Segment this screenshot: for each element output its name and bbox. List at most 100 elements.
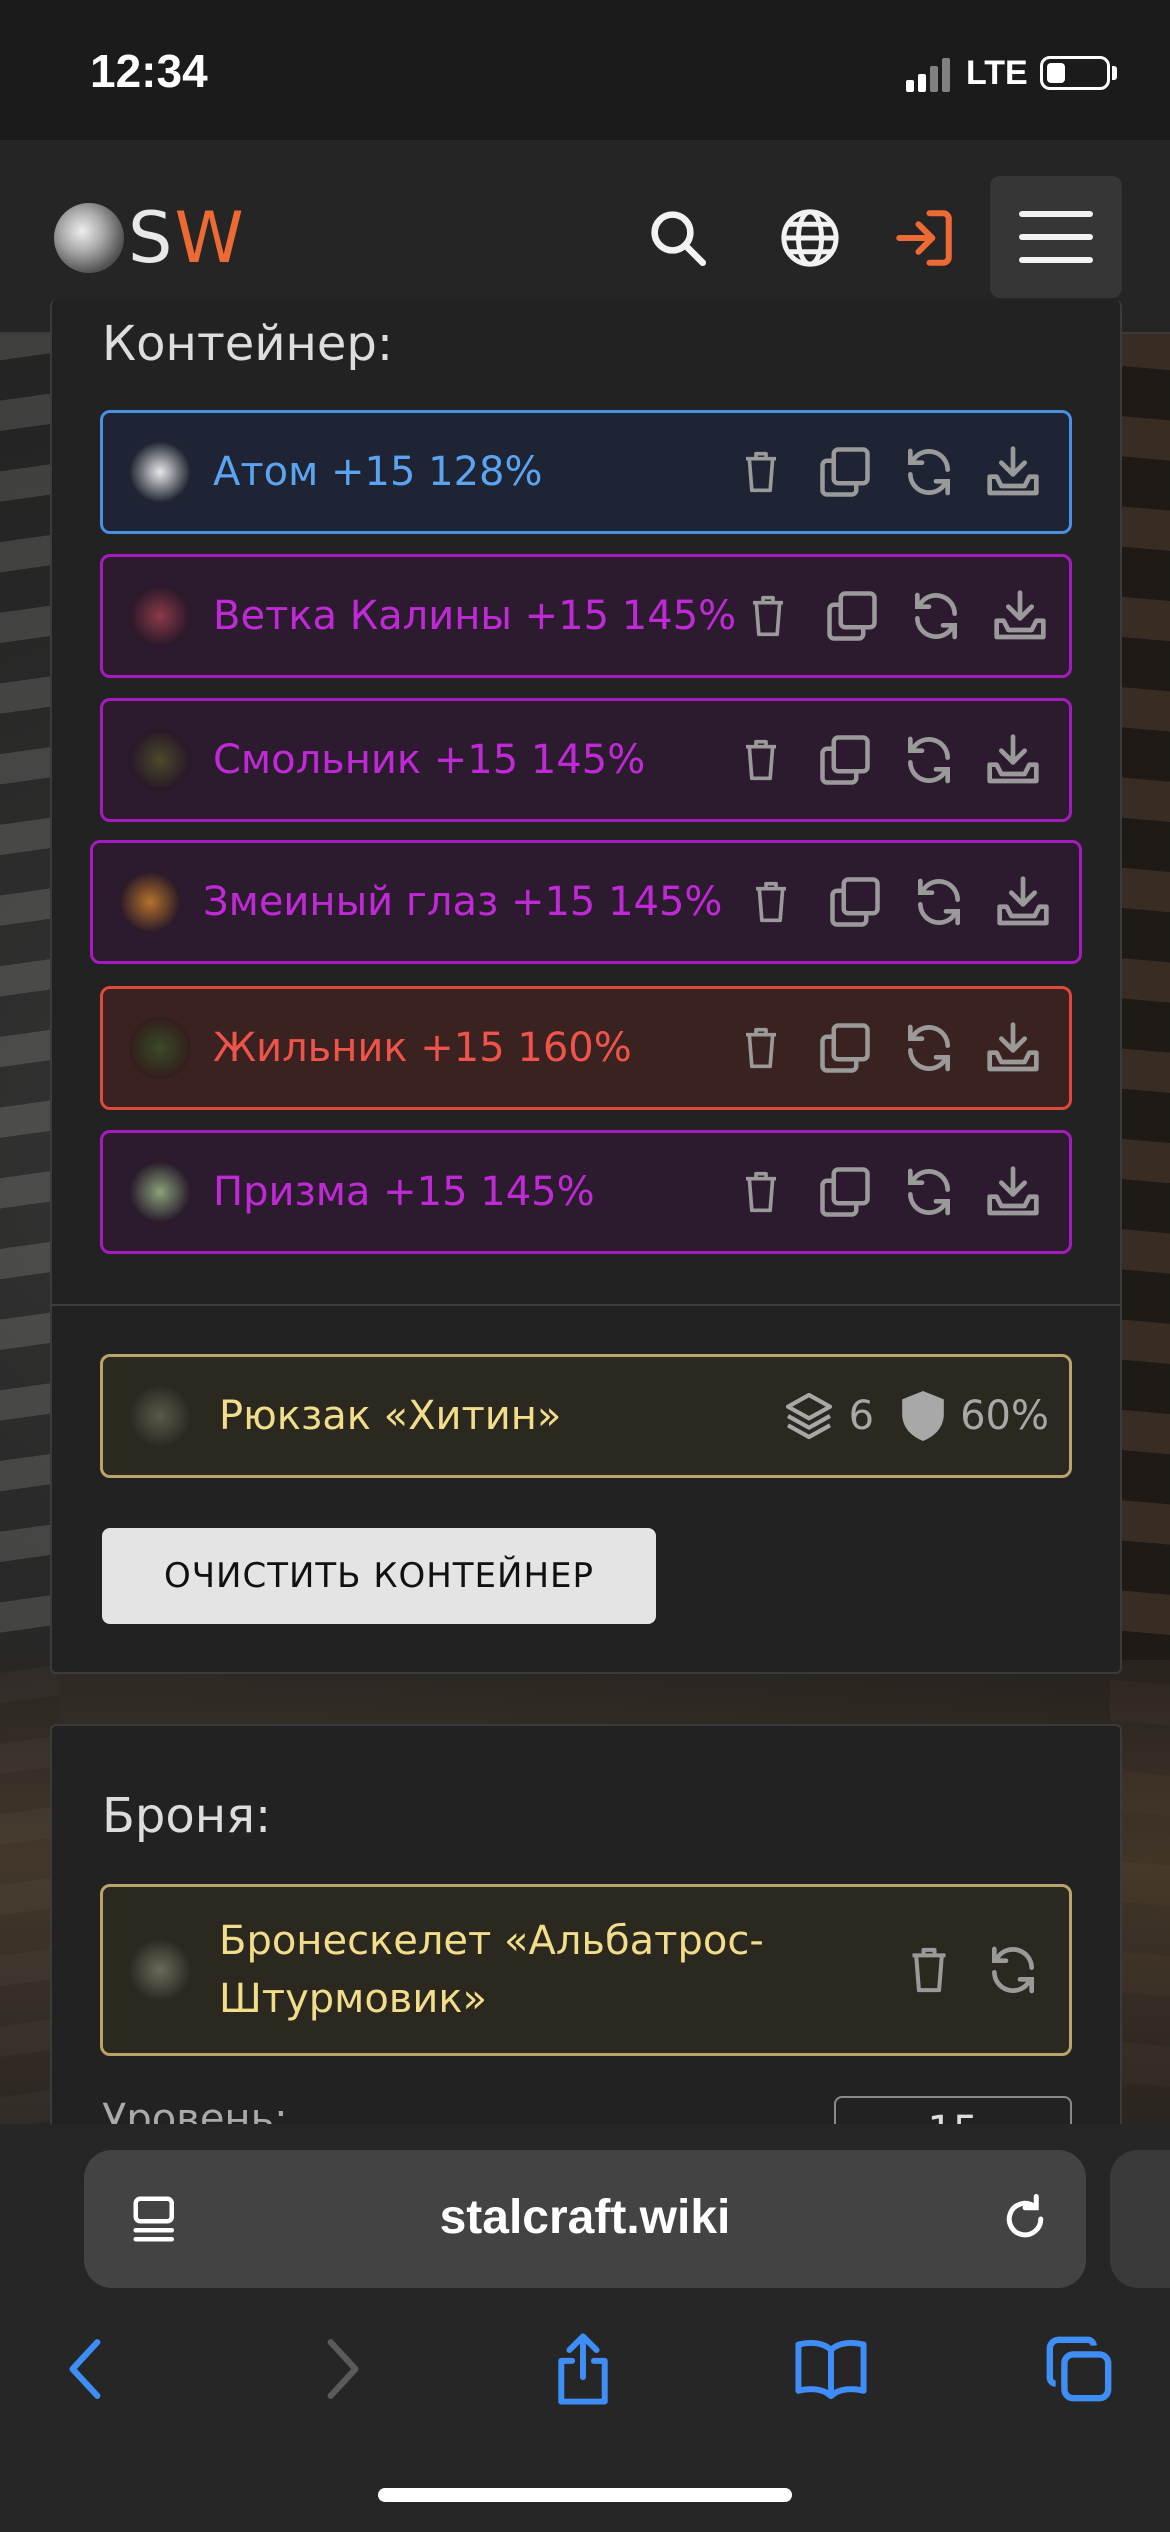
artifact-label: Атом +15 128% xyxy=(213,449,543,495)
artifact-thumb xyxy=(129,1161,191,1223)
delete-button[interactable] xyxy=(736,584,800,648)
trash-icon xyxy=(746,451,776,493)
armor-thumb xyxy=(129,1939,191,2001)
trash-icon xyxy=(912,1947,946,1993)
artifact-actions xyxy=(736,584,1052,648)
armor-label: Бронескелет «Альбатрос- Штурмовик» xyxy=(219,1912,897,2028)
copy-button[interactable] xyxy=(813,1016,877,1080)
copy-button[interactable] xyxy=(813,728,877,792)
chevron-right-icon xyxy=(327,2339,359,2399)
delete-button[interactable] xyxy=(739,870,803,934)
copy-button[interactable] xyxy=(820,584,884,648)
delete-button[interactable] xyxy=(897,1938,961,2002)
network-type: LTE xyxy=(966,54,1028,92)
shield-icon xyxy=(902,1391,944,1441)
artifact-row[interactable]: Атом +15 128% xyxy=(100,410,1072,534)
download-button[interactable] xyxy=(981,1160,1045,1224)
backpack-protection-value: 60% xyxy=(960,1393,1049,1439)
next-tab-peek[interactable] xyxy=(1110,2150,1170,2288)
delete-button[interactable] xyxy=(729,1160,793,1224)
forward-button[interactable] xyxy=(296,2324,386,2414)
refresh-icon xyxy=(992,1946,1034,1994)
copy-icon xyxy=(820,735,870,785)
armor-label-line2: Штурмовик» xyxy=(219,1976,487,2022)
chevron-left-icon xyxy=(69,2339,101,2399)
reload-icon[interactable] xyxy=(998,2192,1052,2246)
artifact-row[interactable]: Жильник +15 160% xyxy=(100,986,1072,1110)
delete-button[interactable] xyxy=(729,1016,793,1080)
copy-icon xyxy=(830,877,880,927)
replace-button[interactable] xyxy=(897,728,961,792)
download-button[interactable] xyxy=(981,1016,1045,1080)
logo-text: SW xyxy=(128,197,246,279)
delete-button[interactable] xyxy=(729,440,793,504)
menu-icon xyxy=(1019,211,1093,263)
artifact-row[interactable]: Змеиный глаз +15 145% xyxy=(90,840,1082,964)
search-icon[interactable] xyxy=(640,200,716,276)
artifact-row[interactable]: Смольник +15 145% xyxy=(100,698,1072,822)
delete-button[interactable] xyxy=(729,728,793,792)
refresh-icon xyxy=(908,1168,950,1216)
container-card: Контейнер: Атом +15 128% Ветка Калины +15… xyxy=(50,300,1122,1674)
armor-label-line1: Бронескелет «Альбатрос- xyxy=(219,1918,764,1964)
trash-icon xyxy=(756,881,786,923)
logo-globe-icon xyxy=(54,203,124,273)
artifact-actions xyxy=(729,728,1045,792)
backpack-slots: 6 xyxy=(781,1388,874,1444)
url-text: stalcraft.wiki xyxy=(439,2191,731,2244)
copy-button[interactable] xyxy=(823,870,887,934)
battery-icon xyxy=(1040,56,1110,90)
download-button[interactable] xyxy=(981,728,1045,792)
copy-button[interactable] xyxy=(813,1160,877,1224)
artifact-thumb xyxy=(129,729,191,791)
back-button[interactable] xyxy=(42,2324,132,2414)
armor-row[interactable]: Бронескелет «Альбатрос- Штурмовик» xyxy=(100,1884,1072,2056)
bookmarks-button[interactable] xyxy=(786,2324,876,2414)
book-icon xyxy=(795,2339,867,2400)
hamburger-menu-button[interactable] xyxy=(990,176,1122,298)
tabs-button[interactable] xyxy=(1034,2324,1124,2414)
address-bar[interactable]: stalcraft.wiki xyxy=(84,2150,1086,2288)
backpack-row[interactable]: Рюкзак «Хитин» 6 60% xyxy=(100,1354,1072,1478)
clear-container-button[interactable]: ОЧИСТИТЬ КОНТЕЙНЕР xyxy=(102,1528,656,1624)
copy-icon xyxy=(820,1023,870,1073)
refresh-icon xyxy=(908,448,950,496)
copy-icon xyxy=(827,591,877,641)
copy-icon xyxy=(820,447,870,497)
download-button[interactable] xyxy=(981,440,1045,504)
refresh-icon xyxy=(908,1024,950,1072)
backpack-protection: 60% xyxy=(898,1388,1049,1444)
replace-button[interactable] xyxy=(907,870,971,934)
artifact-actions xyxy=(729,1160,1045,1224)
trash-icon xyxy=(746,1027,776,1069)
home-indicator xyxy=(378,2488,792,2502)
download-icon xyxy=(994,590,1046,640)
replace-button[interactable] xyxy=(897,1160,961,1224)
globe-icon[interactable] xyxy=(772,200,848,276)
trash-icon xyxy=(753,595,784,637)
signal-icon xyxy=(906,58,954,92)
tabs-icon xyxy=(1046,2336,1112,2402)
replace-button[interactable] xyxy=(904,584,968,648)
divider xyxy=(52,1304,1120,1306)
login-icon[interactable] xyxy=(886,200,962,276)
battery-tip xyxy=(1112,66,1117,80)
download-button[interactable] xyxy=(991,870,1055,934)
layers-icon xyxy=(785,1392,832,1440)
artifact-label: Жильник +15 160% xyxy=(213,1025,632,1071)
refresh-icon xyxy=(908,736,950,784)
replace-button[interactable] xyxy=(897,1016,961,1080)
trash-icon xyxy=(746,739,776,781)
artifact-actions xyxy=(729,1016,1045,1080)
artifact-row[interactable]: Ветка Калины +15 145% xyxy=(100,554,1072,678)
replace-button[interactable] xyxy=(897,440,961,504)
replace-button[interactable] xyxy=(981,1938,1045,2002)
share-icon xyxy=(558,2333,608,2405)
download-button[interactable] xyxy=(988,584,1052,648)
site-logo[interactable]: SW xyxy=(54,197,246,279)
copy-button[interactable] xyxy=(813,440,877,504)
artifact-thumb xyxy=(119,871,181,933)
artifact-row[interactable]: Призма +15 145% xyxy=(100,1130,1072,1254)
share-button[interactable] xyxy=(538,2324,628,2414)
copy-icon xyxy=(820,1167,870,1217)
